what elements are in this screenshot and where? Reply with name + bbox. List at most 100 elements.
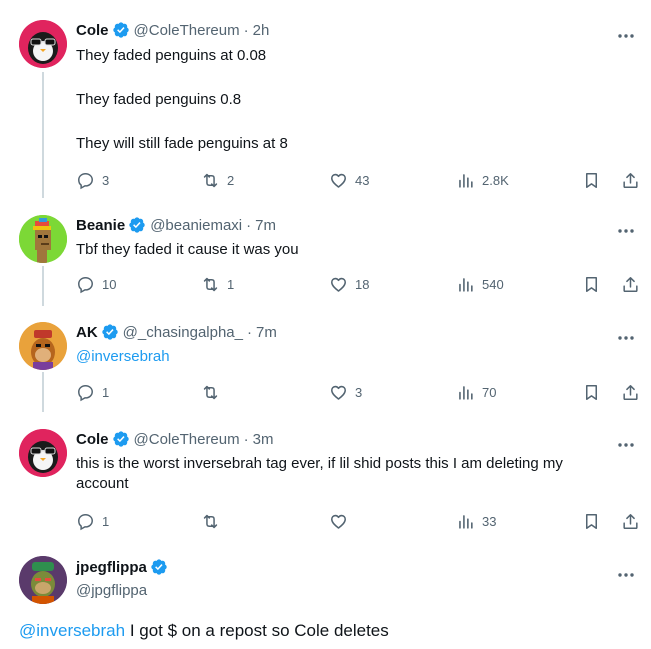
tweet-text: Tbf they faded it cause it was you bbox=[76, 240, 299, 260]
bookmark-button[interactable] bbox=[582, 274, 601, 294]
like-button[interactable]: 3 bbox=[329, 382, 362, 402]
user-handle[interactable]: @ColeThereum bbox=[134, 22, 240, 39]
bookmark-icon bbox=[582, 512, 601, 531]
views-button[interactable]: 70 bbox=[456, 382, 496, 402]
reply-icon bbox=[76, 383, 95, 402]
action-bar: 1 33 bbox=[76, 511, 639, 531]
share-button[interactable] bbox=[621, 274, 640, 294]
main-tweet-text: @inversebrah I got $ on a repost so Cole… bbox=[19, 620, 389, 642]
bookmark-button[interactable] bbox=[582, 170, 601, 190]
user-handle[interactable]: @beaniemaxi bbox=[150, 217, 242, 234]
reply-count: 1 bbox=[102, 513, 110, 529]
views-count: 70 bbox=[482, 384, 497, 400]
avatar[interactable] bbox=[19, 429, 67, 477]
tweet-header: AK @_chasingalpha_ · 7m bbox=[76, 322, 277, 342]
user-handle[interactable]: @_chasingalpha_ bbox=[123, 324, 243, 341]
more-icon[interactable] bbox=[617, 565, 635, 571]
share-icon bbox=[621, 512, 640, 531]
avatar-pixel-image bbox=[19, 215, 67, 263]
like-button[interactable]: 43 bbox=[329, 170, 369, 190]
bookmark-icon bbox=[582, 383, 601, 402]
views-count: 2.8K bbox=[482, 172, 509, 188]
avatar[interactable] bbox=[19, 322, 67, 370]
mention-link[interactable]: @inversebrah bbox=[19, 621, 125, 640]
action-bar: 10 1 18 540 bbox=[76, 274, 639, 294]
bookmark-button[interactable] bbox=[582, 511, 601, 531]
user-handle[interactable]: @ColeThereum bbox=[134, 431, 240, 448]
share-button[interactable] bbox=[621, 170, 640, 190]
display-name[interactable]: Cole bbox=[76, 22, 109, 39]
bookmark-icon bbox=[582, 275, 601, 294]
display-name[interactable]: Cole bbox=[76, 431, 109, 448]
separator-dot: · bbox=[247, 323, 252, 341]
share-button[interactable] bbox=[621, 382, 640, 402]
tweet-header: Cole @ColeThereum · 3m bbox=[76, 429, 273, 449]
reply-icon bbox=[76, 512, 95, 531]
repost-icon bbox=[201, 383, 220, 402]
tweet-text: They faded penguins at 0.08 They faded p… bbox=[76, 46, 288, 154]
more-icon[interactable] bbox=[617, 435, 635, 441]
more-icon[interactable] bbox=[617, 328, 635, 334]
avatar-ape-image bbox=[19, 556, 67, 604]
like-icon bbox=[329, 171, 348, 190]
timestamp[interactable]: 7m bbox=[256, 324, 277, 341]
separator-dot: · bbox=[246, 216, 252, 234]
like-button[interactable] bbox=[329, 511, 355, 531]
more-icon[interactable] bbox=[617, 221, 635, 227]
views-count: 540 bbox=[482, 276, 504, 292]
thread-line bbox=[42, 72, 44, 198]
like-count: 18 bbox=[355, 276, 370, 292]
timestamp[interactable]: 2h bbox=[253, 22, 270, 39]
repost-button[interactable] bbox=[201, 511, 227, 531]
timestamp[interactable]: 7m bbox=[255, 217, 276, 234]
separator-dot: · bbox=[243, 430, 249, 448]
tweet-text-line: They faded penguins 0.8 bbox=[76, 91, 242, 108]
views-button[interactable]: 33 bbox=[456, 511, 496, 531]
verified-badge-icon bbox=[112, 21, 130, 39]
reply-button[interactable]: 1 bbox=[76, 382, 109, 402]
like-icon bbox=[329, 512, 348, 531]
verified-badge-icon bbox=[128, 216, 146, 234]
like-button[interactable]: 18 bbox=[329, 274, 369, 294]
reply-icon bbox=[76, 171, 95, 190]
repost-button[interactable]: 2 bbox=[201, 170, 234, 190]
views-icon bbox=[456, 171, 475, 190]
tweet-text-line: They faded penguins at 0.08 bbox=[76, 47, 267, 64]
reply-button[interactable]: 1 bbox=[76, 511, 109, 531]
avatar[interactable] bbox=[19, 20, 67, 68]
action-bar: 1 3 70 bbox=[76, 382, 639, 402]
mention-link[interactable]: @inversebrah bbox=[76, 348, 170, 365]
bookmark-button[interactable] bbox=[582, 382, 601, 402]
separator-dot: · bbox=[243, 21, 249, 39]
reply-button[interactable]: 3 bbox=[76, 170, 109, 190]
repost-button[interactable] bbox=[201, 382, 227, 402]
avatar-ape-image bbox=[19, 322, 67, 370]
timestamp[interactable]: 3m bbox=[253, 431, 274, 448]
views-icon bbox=[456, 275, 475, 294]
display-name[interactable]: AK bbox=[76, 324, 98, 341]
views-button[interactable]: 2.8K bbox=[456, 170, 509, 190]
like-icon bbox=[329, 275, 348, 294]
repost-icon bbox=[201, 512, 220, 531]
like-count: 43 bbox=[355, 172, 370, 188]
display-name[interactable]: jpegflippa bbox=[76, 559, 147, 576]
views-button[interactable]: 540 bbox=[456, 274, 504, 294]
more-icon[interactable] bbox=[617, 26, 635, 32]
action-bar: 3 2 43 2.8K bbox=[76, 170, 639, 190]
views-icon bbox=[456, 383, 475, 402]
verified-badge-icon bbox=[112, 430, 130, 448]
avatar[interactable] bbox=[19, 556, 67, 604]
tweet-text: @inversebrah bbox=[76, 347, 170, 367]
repost-button[interactable]: 1 bbox=[201, 274, 234, 294]
reply-count: 1 bbox=[102, 384, 110, 400]
avatar[interactable] bbox=[19, 215, 67, 263]
reply-button[interactable]: 10 bbox=[76, 274, 116, 294]
tweet-header: Beanie @beaniemaxi · 7m bbox=[76, 215, 276, 235]
share-button[interactable] bbox=[621, 511, 640, 531]
verified-badge-icon bbox=[101, 323, 119, 341]
repost-count: 1 bbox=[227, 276, 235, 292]
user-handle[interactable]: @jpgflippa bbox=[76, 582, 147, 599]
display-name[interactable]: Beanie bbox=[76, 217, 125, 234]
reply-count: 10 bbox=[102, 276, 117, 292]
avatar-penguin-image bbox=[19, 20, 67, 68]
